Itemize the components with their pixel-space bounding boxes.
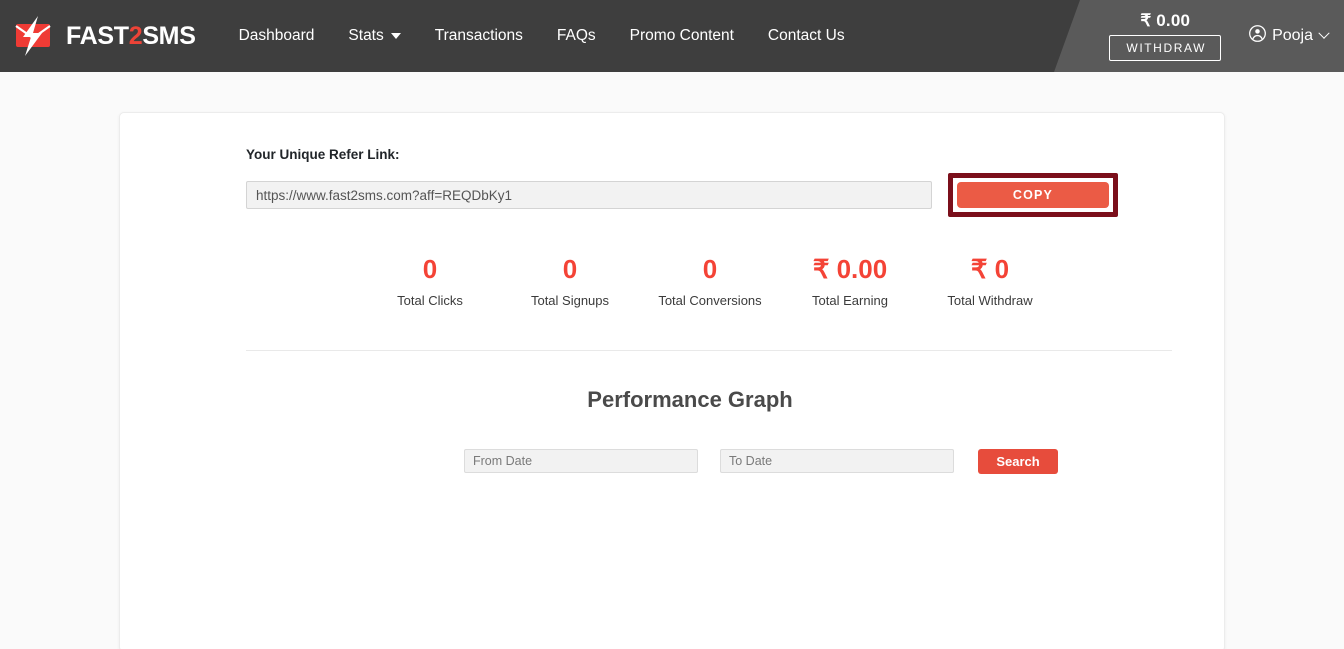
stat-total-conversions: 0 Total Conversions (640, 254, 780, 308)
stat-total-signups: 0 Total Signups (500, 254, 640, 308)
nav-item-transactions[interactable]: Transactions (418, 0, 540, 72)
chevron-down-icon (1318, 27, 1330, 39)
performance-graph-title: Performance Graph (587, 386, 793, 412)
refer-link-row: COPY (246, 173, 1134, 217)
nav-item-faqs[interactable]: FAQs (540, 0, 613, 72)
nav-item-stats-label: Stats (348, 27, 384, 44)
stat-label: Total Conversions (658, 292, 762, 308)
fast2sms-logo-icon (14, 15, 58, 57)
stat-total-earning: ₹ 0.00 Total Earning (780, 254, 920, 308)
nav-item-contact-us[interactable]: Contact Us (751, 0, 862, 72)
balance-amount: ₹ 0.00 (1140, 11, 1191, 30)
stat-value: 0 (702, 254, 718, 284)
brand-text-tail: SMS (142, 21, 196, 50)
stat-label: Total Clicks (397, 292, 463, 308)
stat-value: ₹ 0.00 (812, 254, 888, 284)
top-navbar: FAST2SMS Dashboard Stats Transactions FA… (0, 0, 1344, 72)
nav-item-dashboard[interactable]: Dashboard (222, 0, 332, 72)
nav-item-promo-content[interactable]: Promo Content (613, 0, 751, 72)
brand-text-accent: 2 (128, 21, 143, 50)
stat-value: 0 (562, 254, 578, 284)
refer-link-label: Your Unique Refer Link: (246, 147, 400, 162)
brand-name: FAST2SMS (66, 21, 196, 50)
stat-label: Total Signups (530, 292, 610, 308)
section-divider (246, 349, 1172, 351)
stat-value: 0 (422, 254, 438, 284)
copy-button[interactable]: COPY (957, 182, 1109, 208)
date-filter-row: Search (246, 448, 1134, 474)
stat-label: Total Withdraw (947, 292, 1033, 308)
withdraw-button[interactable]: WITHDRAW (1109, 35, 1222, 61)
brand-text-main: FAST (66, 21, 129, 50)
brand-logo[interactable]: FAST2SMS (14, 15, 196, 57)
page-body: Your Unique Refer Link: COPY 0 Total Cli… (0, 112, 1344, 649)
stat-value: ₹ 0 (970, 254, 1010, 284)
nav-item-stats[interactable]: Stats (331, 0, 417, 72)
copy-button-highlight: COPY (948, 173, 1118, 217)
search-button[interactable]: Search (978, 448, 1058, 474)
stat-label: Total Earning (812, 292, 888, 308)
account-menu[interactable]: Pooja (1235, 0, 1344, 72)
balance-section: ₹ 0.00 WITHDRAW (1095, 0, 1235, 72)
stat-total-withdraw: ₹ 0 Total Withdraw (920, 254, 1060, 308)
to-date-input[interactable] (720, 449, 954, 474)
affiliate-card: Your Unique Refer Link: COPY 0 Total Cli… (119, 112, 1225, 649)
caret-down-icon (390, 33, 401, 39)
stat-total-clicks: 0 Total Clicks (360, 254, 500, 308)
refer-link-input[interactable] (246, 181, 932, 209)
stats-row: 0 Total Clicks 0 Total Signups 0 Total C… (246, 254, 1134, 308)
nav-links: Dashboard Stats Transactions FAQs Promo … (222, 0, 862, 72)
account-name: Pooja (1272, 27, 1313, 44)
from-date-input[interactable] (464, 449, 698, 474)
user-circle-icon (1249, 25, 1267, 47)
